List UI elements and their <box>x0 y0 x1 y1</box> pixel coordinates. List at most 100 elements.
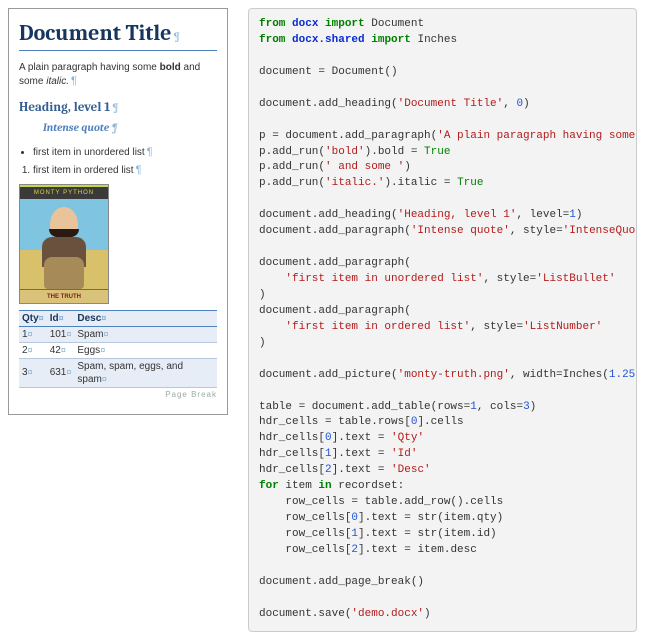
word-document-preview: Document Title¶ A plain paragraph having… <box>8 8 228 415</box>
pilcrow-icon: ¶ <box>147 146 153 158</box>
str: 'Document Title' <box>398 98 504 110</box>
cell: Spam, spam, eggs, and spam¤ <box>74 358 217 387</box>
th-text: Desc <box>77 313 101 324</box>
import-name: Document <box>371 18 424 30</box>
kw-from: from <box>259 18 285 30</box>
code-line: hdr_cells = table.rows[ <box>259 416 411 428</box>
bool: True <box>424 146 450 158</box>
image-plaque: THE TRUTH <box>20 289 108 303</box>
code-line: hdr_cells[ <box>259 432 325 444</box>
code-line: ].text = str(item.qty) <box>358 512 503 524</box>
code-line: ) <box>424 608 431 620</box>
code-line: , <box>503 98 516 110</box>
pilcrow-icon: ¶ <box>111 121 117 134</box>
str: 'demo.docx' <box>351 608 424 620</box>
cell: Eggs¤ <box>74 342 217 358</box>
code-line: ].text = <box>332 432 391 444</box>
cell-text: 631 <box>50 367 67 378</box>
cell-mark-icon: ¤ <box>28 329 33 339</box>
code-line: , style= <box>510 225 563 237</box>
kw-from: from <box>259 34 285 46</box>
list-item: first item in ordered list¶ <box>33 163 217 177</box>
code-line: , level= <box>516 209 569 221</box>
th-text: Id <box>50 313 59 324</box>
code-line: row_cells = table.add_row().cells <box>285 496 503 508</box>
code-line: document.add_paragraph( <box>259 225 411 237</box>
doc-heading-1: Heading, level 1¶ <box>19 100 217 117</box>
str: 'IntenseQuote' <box>563 225 637 237</box>
doc-table: Qty¤ Id¤ Desc¤ 1¤ 101¤ Spam¤ 2¤ 42¤ Eggs… <box>19 310 217 388</box>
code-line: , style= <box>483 273 536 285</box>
code-line: p.add_run( <box>259 146 325 158</box>
cell-mark-icon: ¤ <box>28 367 33 377</box>
pilcrow-icon: ¶ <box>173 30 179 43</box>
pilcrow-icon: ¶ <box>136 164 142 176</box>
code-line: , cols= <box>477 401 523 413</box>
code-line: document.add_page_break() <box>259 576 424 588</box>
cell: 2¤ <box>19 342 47 358</box>
cell-mark-icon: ¤ <box>66 367 71 377</box>
str: 'ListBullet' <box>536 273 615 285</box>
str: ' and some ' <box>325 161 404 173</box>
code-line: ].text = item.desc <box>358 544 477 556</box>
num: 3 <box>523 401 530 413</box>
str: 'first item in unordered list' <box>285 273 483 285</box>
code-line: ) <box>576 209 583 221</box>
kw-import: import <box>371 34 411 46</box>
ul-item-text: first item in unordered list <box>33 147 145 158</box>
doc-paragraph: A plain paragraph having some bold and s… <box>19 61 217 88</box>
code-line: table = document.add_table(rows= <box>259 401 470 413</box>
code-line: ).bold = <box>365 146 424 158</box>
code-line: ) <box>404 161 411 173</box>
code-line: recordset: <box>332 480 405 492</box>
doc-title-text: Document Title <box>19 20 171 46</box>
doc-title: Document Title¶ <box>19 19 217 51</box>
para-text-prefix: A plain paragraph having some <box>19 62 160 73</box>
table-row: 1¤ 101¤ Spam¤ <box>19 326 217 342</box>
code-line: ].cells <box>417 416 463 428</box>
str: 'bold' <box>325 146 365 158</box>
cell: 3¤ <box>19 358 47 387</box>
code-line: document.add_heading( <box>259 98 398 110</box>
cell-mark-icon: ¤ <box>66 329 71 339</box>
cell: 42¤ <box>47 342 75 358</box>
code-line: , width=Inches( <box>510 369 609 381</box>
code-line: p.add_run( <box>259 161 325 173</box>
num: 1 <box>351 528 358 540</box>
code-line: row_cells[ <box>285 512 351 524</box>
code-line: row_cells[ <box>285 544 351 556</box>
code-line: document = Document() <box>259 66 398 78</box>
cell: Spam¤ <box>74 326 217 342</box>
page-break-marker: Page Break <box>19 390 217 400</box>
table-row: 3¤ 631¤ Spam, spam, eggs, and spam¤ <box>19 358 217 387</box>
moustache-icon <box>49 229 79 237</box>
cell-text: Spam, spam, eggs, and spam <box>77 361 183 385</box>
code-line: )) <box>635 369 637 381</box>
code-line: ].text = <box>332 448 391 460</box>
cell-mark-icon: ¤ <box>100 345 105 355</box>
heading1-text: Heading, level 1 <box>19 100 110 115</box>
str: 'A plain paragraph having some ' <box>437 130 637 142</box>
str: 'Qty' <box>391 432 424 444</box>
str: 'Heading, level 1' <box>398 209 517 221</box>
doc-unordered-list: first item in unordered list¶ <box>33 145 217 159</box>
str: 'ListNumber' <box>523 321 602 333</box>
import-name: Inches <box>417 34 457 46</box>
num: 1 <box>325 448 332 460</box>
code-line: item <box>279 480 319 492</box>
cell-mark-icon: ¤ <box>104 329 109 339</box>
cell-text: 101 <box>50 329 67 340</box>
doc-intense-quote: Intense quote¶ <box>43 121 217 135</box>
code-line: row_cells[ <box>285 528 351 540</box>
table-header-desc: Desc¤ <box>74 310 217 326</box>
cell-mark-icon: ¤ <box>28 345 33 355</box>
num: 1.25 <box>609 369 635 381</box>
python-code-panel: from docx import Document from docx.shar… <box>248 8 637 632</box>
code-line: ) <box>530 401 537 413</box>
image-banner: MONTY PYTHON <box>20 187 108 199</box>
para-bold-run: bold <box>160 62 181 73</box>
table-header-row: Qty¤ Id¤ Desc¤ <box>19 310 217 326</box>
num: 2 <box>325 464 332 476</box>
num: 2 <box>351 544 358 556</box>
num: 0 <box>325 432 332 444</box>
